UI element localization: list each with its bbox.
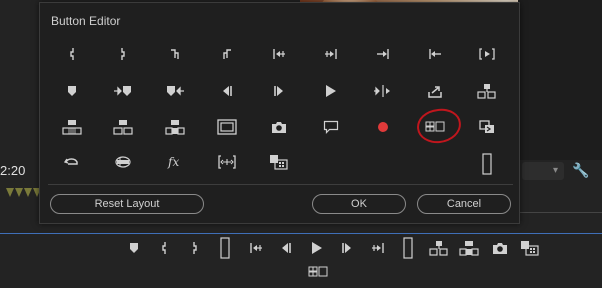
step-back-icon[interactable]: [205, 78, 249, 104]
play-around-icon[interactable]: [361, 78, 405, 104]
export-frame-icon[interactable]: [413, 78, 457, 104]
add-marker-icon[interactable]: [50, 78, 94, 104]
lift-icon[interactable]: [50, 114, 94, 140]
divider: [518, 212, 602, 213]
safe-margins-icon[interactable]: [205, 114, 249, 140]
insert-icon[interactable]: [427, 238, 450, 258]
spacer-icon[interactable]: [214, 237, 237, 259]
comment-icon[interactable]: [309, 114, 353, 140]
svg-text:fx: fx: [167, 155, 179, 169]
compare-view-icon[interactable]: [519, 238, 542, 258]
dialog-divider: [48, 184, 513, 185]
toggle-proxies-icon[interactable]: [465, 114, 509, 140]
mark-clip-out-icon[interactable]: [205, 41, 249, 67]
ok-button[interactable]: OK: [312, 194, 406, 214]
zoom-dropdown[interactable]: ▾: [522, 162, 564, 180]
play-in-to-out-icon[interactable]: [465, 41, 509, 67]
go-to-next-marker-icon[interactable]: [101, 78, 145, 104]
step-forward-icon[interactable]: [257, 78, 301, 104]
loop-icon[interactable]: [50, 149, 94, 175]
go-to-in-icon[interactable]: [257, 41, 301, 67]
overwrite-icon[interactable]: [153, 114, 197, 140]
camera-icon[interactable]: [257, 114, 301, 140]
go-to-previous-edit-icon[interactable]: [413, 41, 457, 67]
button-editor-dialog: Button Editor fx Reset Layout OK Cancel: [39, 2, 520, 224]
mark-in-icon[interactable]: [50, 41, 94, 67]
overwrite-icon[interactable]: [458, 238, 481, 258]
spacer-icon[interactable]: [397, 237, 420, 259]
cancel-button[interactable]: Cancel: [417, 194, 511, 214]
reset-layout-button[interactable]: Reset Layout: [50, 194, 204, 214]
fx-icon[interactable]: fx: [153, 149, 197, 175]
add-marker-icon[interactable]: [122, 238, 145, 258]
play-icon[interactable]: [305, 238, 328, 258]
wrench-icon[interactable]: 🔧: [572, 162, 589, 179]
go-to-next-edit-icon[interactable]: [361, 41, 405, 67]
multi-camera-icon[interactable]: [308, 264, 328, 280]
dialog-title: Button Editor: [51, 14, 121, 28]
play-icon[interactable]: [309, 78, 353, 104]
step-forward-icon[interactable]: [336, 238, 359, 258]
side-panel: [518, 0, 602, 160]
step-back-icon[interactable]: [275, 238, 298, 258]
go-to-out-icon[interactable]: [366, 238, 389, 258]
trim-monitor-icon[interactable]: [205, 149, 249, 175]
playhead-bar[interactable]: [0, 233, 602, 234]
timecode-display: 2:20: [0, 163, 26, 178]
vr-video-icon[interactable]: [101, 149, 145, 175]
mark-in-icon[interactable]: [153, 238, 176, 258]
go-to-out-icon[interactable]: [309, 41, 353, 67]
record-icon[interactable]: [361, 114, 405, 140]
camera-icon[interactable]: [488, 238, 511, 258]
spacer-icon[interactable]: [465, 151, 509, 177]
go-to-previous-marker-icon[interactable]: [153, 78, 197, 104]
mark-out-icon[interactable]: [183, 238, 206, 258]
go-to-in-icon[interactable]: [244, 238, 267, 258]
mark-clip-in-icon[interactable]: [153, 41, 197, 67]
compare-view-icon[interactable]: [257, 149, 301, 175]
insert-icon[interactable]: [465, 78, 509, 104]
mark-out-icon[interactable]: [101, 41, 145, 67]
extract-icon[interactable]: [101, 114, 145, 140]
transport-controls: [122, 237, 549, 259]
